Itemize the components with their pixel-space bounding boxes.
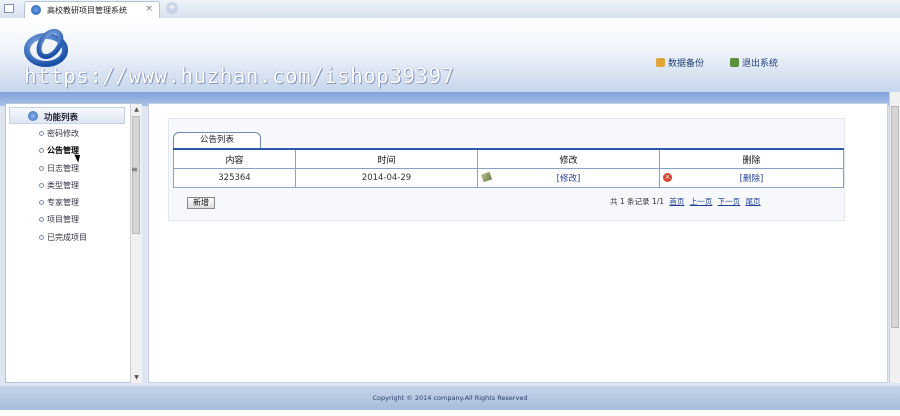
database-icon — [656, 58, 665, 67]
app-header: https://www.huzhan.com/ishop39397 数据备份 退… — [0, 18, 900, 92]
bullet-icon — [39, 217, 44, 223]
sidebar: 功能列表 密码修改 公告管理 日志管理 类型管理 专家管理 项目管理 已完成项目 — [5, 103, 142, 383]
new-tab-button[interactable]: + — [166, 2, 178, 14]
bottom-edge — [0, 410, 900, 416]
browser-tab-title: 高校教研项目管理系统 — [47, 6, 127, 15]
edit-pencil-icon — [480, 171, 493, 183]
column-header-delete: 删除 — [659, 148, 844, 169]
sidebar-menu: 密码修改 公告管理 日志管理 类型管理 专家管理 项目管理 已完成项目 — [6, 126, 126, 247]
sidebar-item-types[interactable]: 类型管理 — [6, 178, 126, 195]
window-menu-icon[interactable] — [4, 4, 14, 13]
next-page-link[interactable]: 下一页 — [718, 197, 741, 206]
sidebar-item-announcements[interactable]: 公告管理 — [6, 143, 126, 160]
browser-tab[interactable]: 高校教研项目管理系统 × — [24, 1, 160, 18]
function-list-icon — [28, 111, 38, 121]
cell-edit: [修改] — [477, 168, 660, 188]
bullet-icon — [39, 165, 44, 171]
bullet-icon — [39, 131, 44, 136]
pagination: 共 1 条记录 1/1 首页 上一页 下一页 尾页 — [610, 196, 764, 207]
table-header-row: 内容 时间 修改 删除 — [173, 148, 844, 169]
last-page-link[interactable]: 尾页 — [746, 197, 761, 206]
watermark-text: https://www.huzhan.com/ishop39397 — [24, 64, 455, 88]
sidebar-header: 功能列表 — [9, 107, 125, 124]
copyright-text: Copyright © 2014 company.All Rights Rese… — [372, 394, 528, 402]
tab-announcement-list[interactable]: 公告列表 — [173, 132, 261, 148]
column-header-content: 内容 — [173, 148, 296, 169]
scroll-up-arrow-icon[interactable]: ▲ — [132, 105, 141, 114]
delete-icon: × — [663, 173, 672, 182]
bullet-icon — [39, 234, 44, 240]
sidebar-item-password[interactable]: 密码修改 — [6, 126, 126, 143]
first-page-link[interactable]: 首页 — [669, 197, 684, 206]
bullet-icon — [39, 148, 44, 154]
pagination-summary: 共 1 条记录 1/1 — [610, 197, 664, 206]
close-tab-icon[interactable]: × — [145, 4, 153, 14]
column-header-edit: 修改 — [477, 148, 660, 169]
announcement-table: 内容 时间 修改 删除 325364 2014-04-29 [修改] × [删除… — [173, 148, 844, 188]
delete-link[interactable]: [删除] — [740, 174, 764, 184]
exit-system-link[interactable]: 退出系统 — [730, 56, 778, 69]
cell-time: 2014-04-29 — [295, 168, 478, 188]
cell-delete: × [删除] — [659, 168, 844, 188]
browser-tabbar: 高校教研项目管理系统 × + — [0, 0, 900, 19]
scroll-down-arrow-icon[interactable]: ▼ — [132, 373, 141, 382]
main-scrollbar[interactable] — [889, 92, 900, 383]
footer: Copyright © 2014 company.All Rights Rese… — [0, 386, 900, 410]
prev-page-link[interactable]: 上一页 — [690, 197, 713, 206]
column-header-time: 时间 — [295, 148, 478, 169]
sidebar-scrollbar[interactable]: ▲ ▼ — [130, 104, 142, 383]
sidebar-item-experts[interactable]: 专家管理 — [6, 195, 126, 212]
splitter-grip-icon[interactable]: ≡ — [131, 165, 138, 174]
add-button[interactable]: 新增 — [187, 197, 215, 209]
sidebar-title: 功能列表 — [44, 113, 79, 123]
sidebar-item-completed-projects[interactable]: 已完成项目 — [6, 230, 126, 247]
main-scroll-thumb[interactable] — [891, 106, 899, 328]
site-favicon-icon — [31, 5, 41, 15]
edit-link[interactable]: [修改] — [557, 174, 581, 184]
sidebar-item-logs[interactable]: 日志管理 — [6, 161, 126, 178]
bullet-icon — [39, 182, 44, 188]
table-row: 325364 2014-04-29 [修改] × [删除] — [173, 168, 844, 188]
exit-icon — [730, 58, 739, 67]
sidebar-scroll-thumb[interactable] — [132, 116, 140, 234]
cell-content: 325364 — [173, 168, 296, 188]
bullet-icon — [39, 200, 44, 206]
sidebar-item-projects[interactable]: 项目管理 — [6, 212, 126, 229]
data-backup-link[interactable]: 数据备份 — [656, 56, 704, 69]
